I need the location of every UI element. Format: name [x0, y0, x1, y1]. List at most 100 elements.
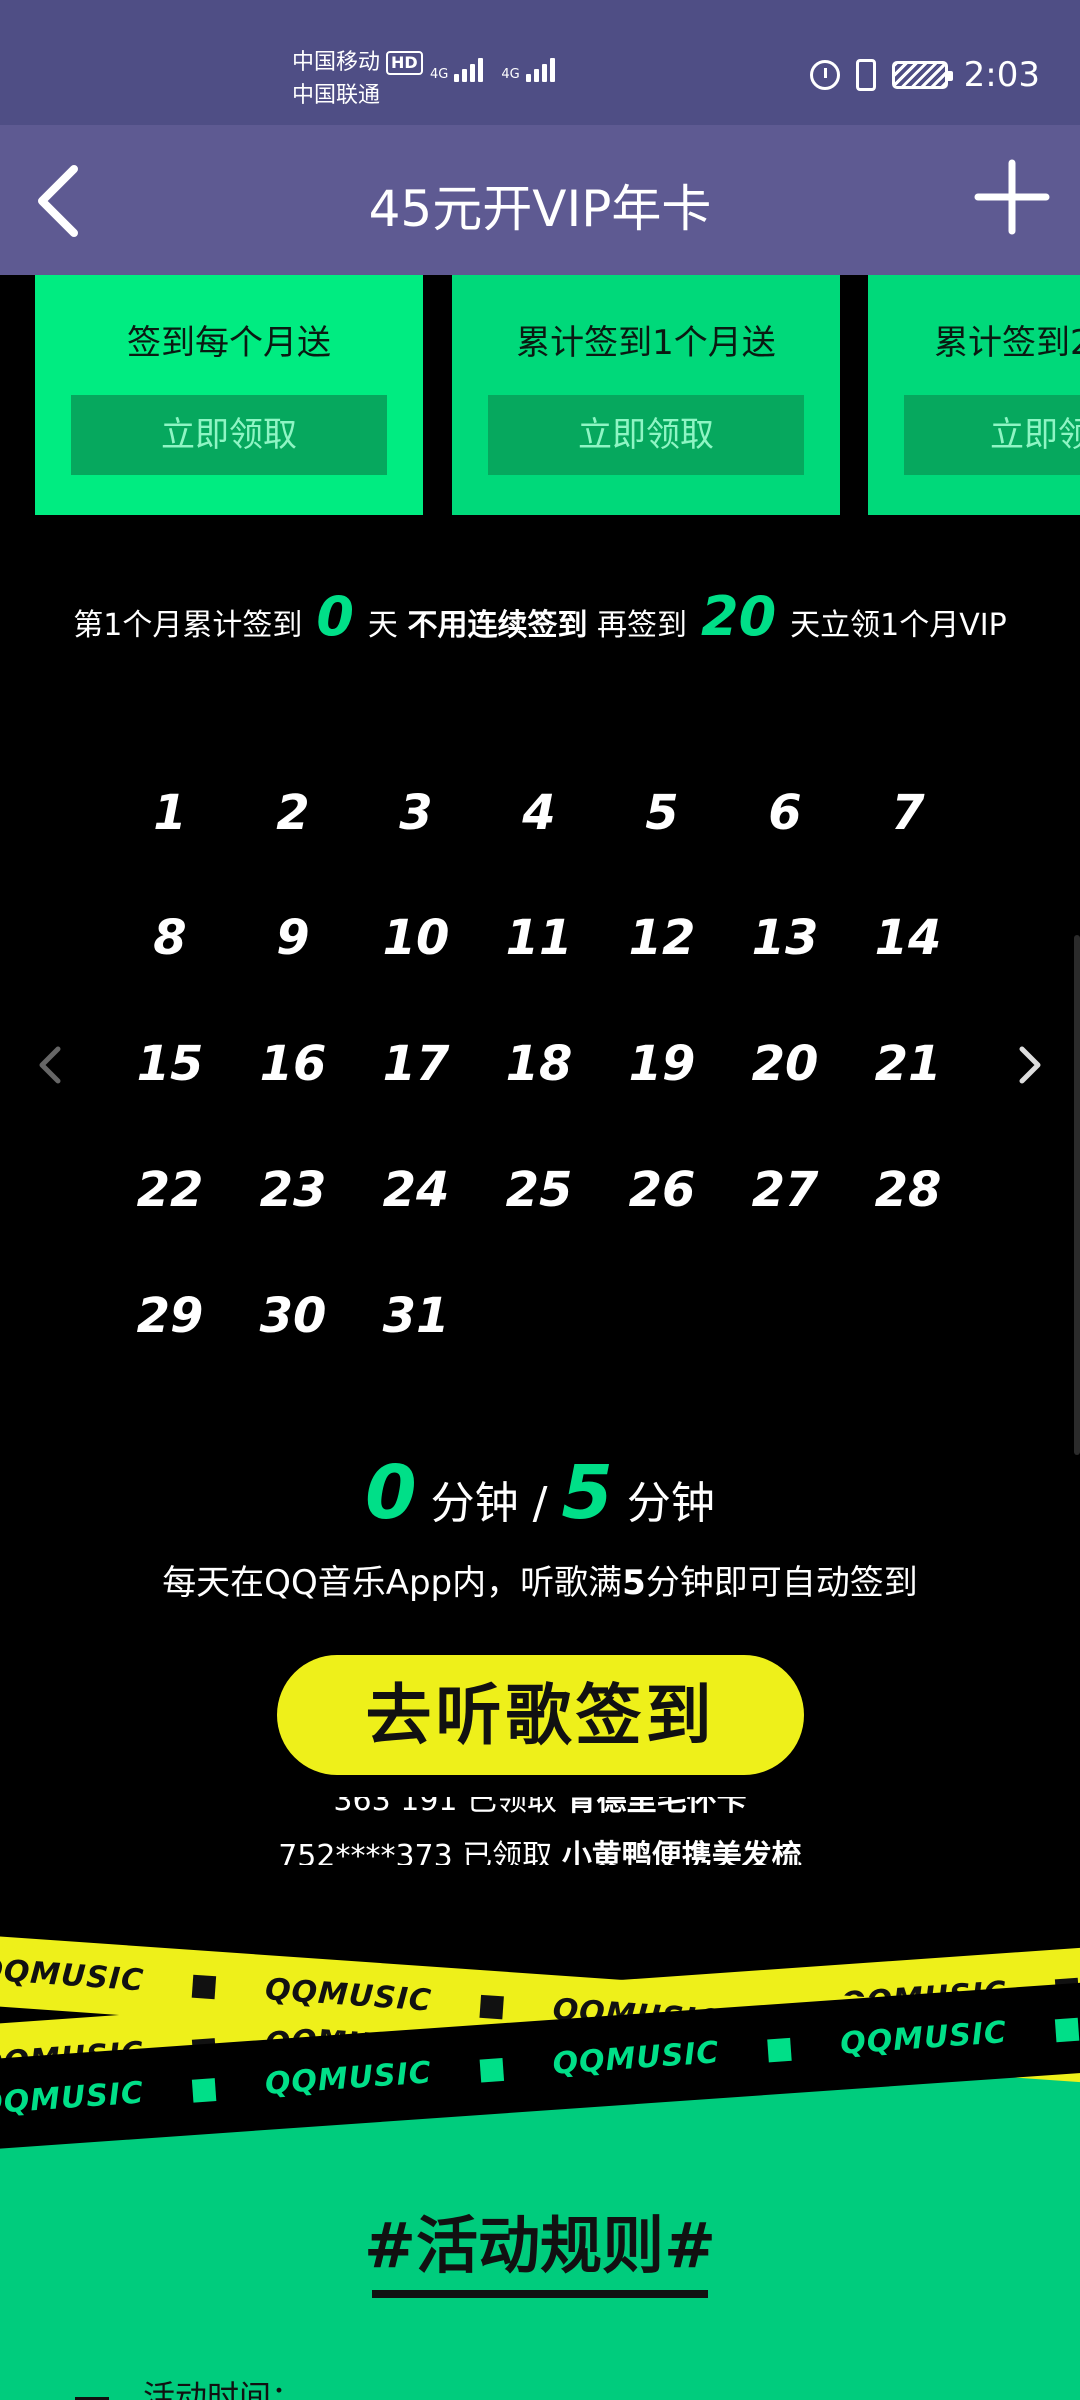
chevron-right-icon: [1019, 1046, 1041, 1084]
tape-separator-icon: ■: [188, 1966, 221, 2004]
ticker-prize: 青德里毛怀卡: [566, 1797, 747, 1818]
battery-icon: [891, 61, 953, 89]
calendar-day: 6: [768, 785, 802, 841]
page-title: 45元开VIP年卡: [368, 180, 712, 238]
calendar-day: 24: [382, 1162, 450, 1218]
prev-month-button[interactable]: [30, 1035, 70, 1095]
scrollbar[interactable]: [1074, 935, 1080, 1455]
alarm-icon: [809, 60, 840, 90]
signin-tip: 每天在QQ音乐App内，听歌满5分钟即可自动签到: [0, 1555, 1080, 1604]
tape-separator-icon: ■: [763, 2029, 796, 2067]
rules-underline: [372, 2290, 708, 2298]
network-type-2: 4G: [501, 67, 520, 82]
claim-button[interactable]: 立即领: [904, 395, 1080, 475]
calendar-day: 20: [751, 1036, 819, 1092]
reward-card: 累计签到2 立即领: [868, 275, 1080, 515]
calendar-day: 10: [382, 910, 450, 966]
plus-icon: [974, 159, 1050, 235]
tape-separator-icon: ■: [476, 2050, 509, 2088]
add-button[interactable]: [972, 157, 1052, 237]
calendar-day: 25: [505, 1162, 573, 1218]
claim-button[interactable]: 立即领取: [488, 395, 804, 475]
tip-text: 每天在QQ音乐App内，听歌满: [162, 1563, 623, 1603]
calendar-day: 8: [153, 910, 187, 966]
listen-progress: 0 分钟 / 5 分钟: [0, 1450, 1080, 1536]
calendar-day: 2: [276, 785, 310, 841]
tape-separator-icon: ■: [1051, 2009, 1080, 2047]
listen-target: 5: [561, 1450, 613, 1536]
calendar-day: 14: [874, 910, 942, 966]
signal-icon: 4G: [430, 58, 484, 82]
tip-text: 分钟即可自动签到: [645, 1563, 918, 1603]
calendar-day: 17: [382, 1036, 450, 1092]
progress-suffix: 天立领1个月VIP: [790, 608, 1007, 643]
tape-separator-icon: ■: [188, 2070, 221, 2108]
calendar-day: 29: [136, 1288, 204, 1344]
listen-current: 0: [365, 1450, 417, 1536]
carrier-info: 中国移动 HD 中国联通: [292, 46, 423, 112]
listen-unit: 分钟: [430, 1478, 519, 1529]
calendar-day: 11: [505, 910, 573, 966]
ticker-prize: 小黄鸭便携美发梳: [561, 1839, 802, 1865]
calendar-day: 1: [153, 785, 187, 841]
reward-card: 累计签到1个月送 立即领取: [452, 275, 840, 515]
progress-prefix: 第1个月累计签到: [73, 608, 303, 643]
calendar-day: 31: [382, 1288, 450, 1344]
listen-slash: /: [532, 1478, 548, 1529]
clock: 2:03: [963, 55, 1040, 95]
tape-text: QQMUSIC: [551, 2035, 721, 2082]
claim-button[interactable]: 立即领取: [71, 395, 387, 475]
signed-days: 0: [316, 585, 354, 648]
calendar-day: 9: [276, 910, 310, 966]
hd-badge: HD: [386, 51, 423, 75]
tape-text: QQMUSIC: [263, 1972, 433, 2019]
status-right: 2:03: [809, 55, 1040, 95]
progress-unit: 天: [367, 608, 398, 643]
status-bar: 中国移动 HD 中国联通 4G 4G 2:03: [0, 0, 1080, 125]
calendar-day: 22: [136, 1162, 204, 1218]
calendar-day: 13: [751, 910, 819, 966]
ticker-user: 752****373: [278, 1839, 453, 1865]
calendar-day: 16: [259, 1036, 327, 1092]
progress-again: 再签到: [597, 608, 688, 643]
calendar-day: 15: [136, 1036, 204, 1092]
signal-indicators: 4G 4G: [430, 58, 555, 82]
ticker-action: 191 已领取: [400, 1797, 558, 1818]
tape-text: QQMUSIC: [0, 1952, 146, 1999]
calendar-day: 28: [874, 1162, 942, 1218]
signin-progress: 第1个月累计签到 0 天 不用连续签到 再签到 20 天立领1个月VIP: [0, 585, 1080, 648]
calendar-day: 7: [891, 785, 925, 841]
chevron-left-icon: [39, 1046, 61, 1084]
rules-item: 活动时间：: [75, 2372, 303, 2400]
listen-signin-button[interactable]: 去听歌签到: [277, 1655, 804, 1775]
listen-unit: 分钟: [626, 1478, 715, 1529]
calendar-day: 23: [259, 1162, 327, 1218]
rules-title: #活动规则#: [364, 2209, 716, 2282]
next-month-button[interactable]: [1010, 1035, 1050, 1095]
ticker-action: 已领取: [462, 1839, 553, 1865]
network-type-1: 4G: [430, 67, 449, 82]
tape-text: QQMUSIC: [263, 2055, 433, 2102]
progress-emphasis: 不用连续签到: [407, 608, 588, 643]
ticker-user: 363: [333, 1797, 391, 1818]
carrier-1: 中国移动: [292, 50, 381, 75]
reward-card-label: 累计签到1个月送: [516, 323, 776, 363]
reward-card: 签到每个月送 立即领取: [35, 275, 423, 515]
winners-ticker: 363 191 已领取 青德里毛怀卡 752****373 已领取 小黄鸭便携美…: [0, 1797, 1080, 1865]
calendar-day: 4: [522, 785, 556, 841]
carrier-2: 中国联通: [292, 83, 381, 108]
calendar-day: 18: [505, 1036, 573, 1092]
signal-icon: 4G: [501, 58, 555, 82]
nav-bar: 45元开VIP年卡: [0, 125, 1080, 275]
calendar-day: 12: [628, 910, 696, 966]
ticker-item: 752****373 已领取 小黄鸭便携美发梳: [0, 1831, 1080, 1865]
calendar-day: 3: [399, 785, 433, 841]
calendar-day: 26: [628, 1162, 696, 1218]
calendar-day: 30: [259, 1288, 327, 1344]
reward-card-label: 累计签到2: [934, 323, 1080, 363]
ticker-item: 363 191 已领取 青德里毛怀卡: [0, 1797, 1080, 1819]
vibrate-icon: [855, 59, 876, 91]
tape-text: QQMUSIC: [839, 2015, 1009, 2062]
dash-icon: [75, 2396, 109, 2400]
calendar-day: 21: [874, 1036, 942, 1092]
